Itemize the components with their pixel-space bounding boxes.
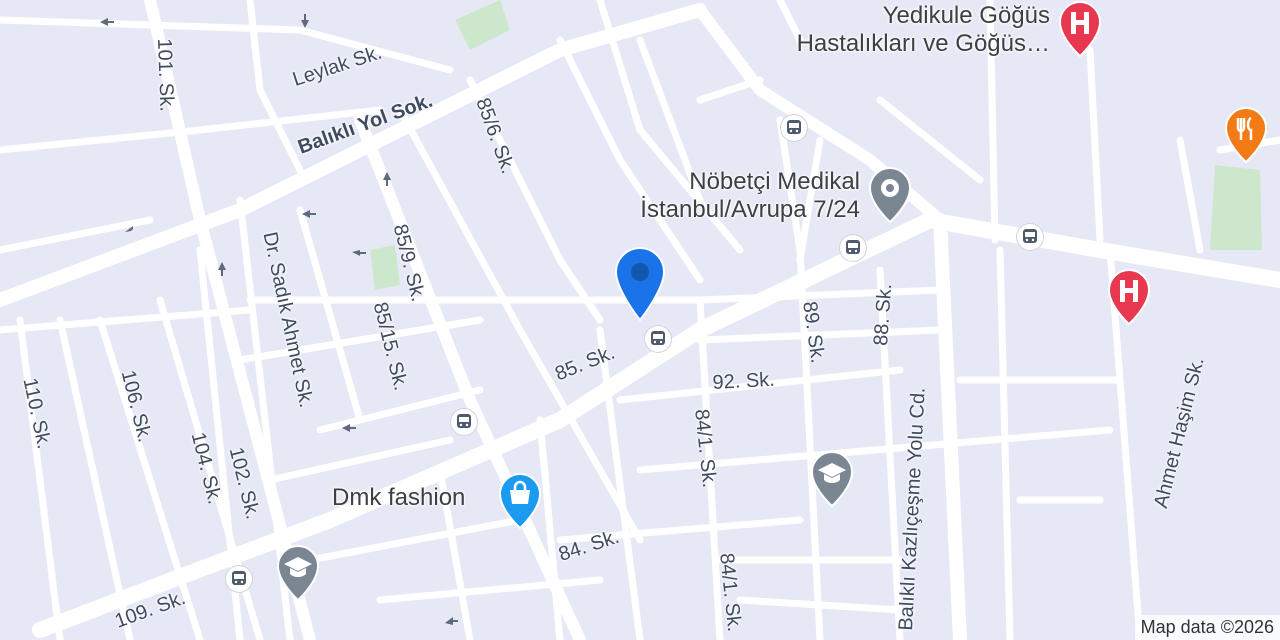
- map-canvas[interactable]: Leylak Sk. Balıklı Yol Sok. 101. Sk. 85/…: [0, 0, 1280, 640]
- hospital-icon[interactable]: [1056, 0, 1104, 58]
- pharmacy-label-line2: İstanbul/Avrupa 7/24: [640, 196, 860, 223]
- hospital-icon[interactable]: [1105, 268, 1153, 326]
- bus-stop-icon[interactable]: [781, 115, 807, 141]
- hospital-label-line1: Yedikule Göğüs: [882, 2, 1050, 29]
- location-pin-icon[interactable]: [612, 244, 668, 322]
- street-label-88: 88. Sk.: [870, 282, 897, 347]
- map-attribution: Map data ©2026: [1134, 615, 1280, 640]
- pharmacy-label-line1: Nöbetçi Medikal: [689, 168, 860, 195]
- hospital-label[interactable]: Yedikule Göğüs Hastalıkları ve Göğüs…: [768, 2, 1050, 58]
- medical-icon[interactable]: [866, 166, 914, 224]
- hospital-label-line2: Hastalıkları ve Göğüs…: [796, 30, 1050, 57]
- shop-label[interactable]: Dmk fashion: [332, 484, 465, 512]
- bus-stop-icon[interactable]: [645, 326, 671, 352]
- school-icon[interactable]: [274, 544, 322, 602]
- restaurant-icon[interactable]: [1222, 106, 1270, 164]
- pharmacy-label[interactable]: Nöbetçi Medikal İstanbul/Avrupa 7/24: [598, 168, 860, 224]
- shopping-bag-icon[interactable]: [496, 472, 544, 530]
- street-label-92: 92. Sk.: [712, 368, 776, 394]
- bus-stop-icon[interactable]: [226, 566, 252, 592]
- street-label-101: 101. Sk.: [153, 38, 178, 113]
- bus-stop-icon[interactable]: [840, 235, 866, 261]
- bus-stop-icon[interactable]: [1017, 224, 1043, 250]
- school-icon[interactable]: [808, 450, 856, 508]
- bus-stop-icon[interactable]: [451, 409, 477, 435]
